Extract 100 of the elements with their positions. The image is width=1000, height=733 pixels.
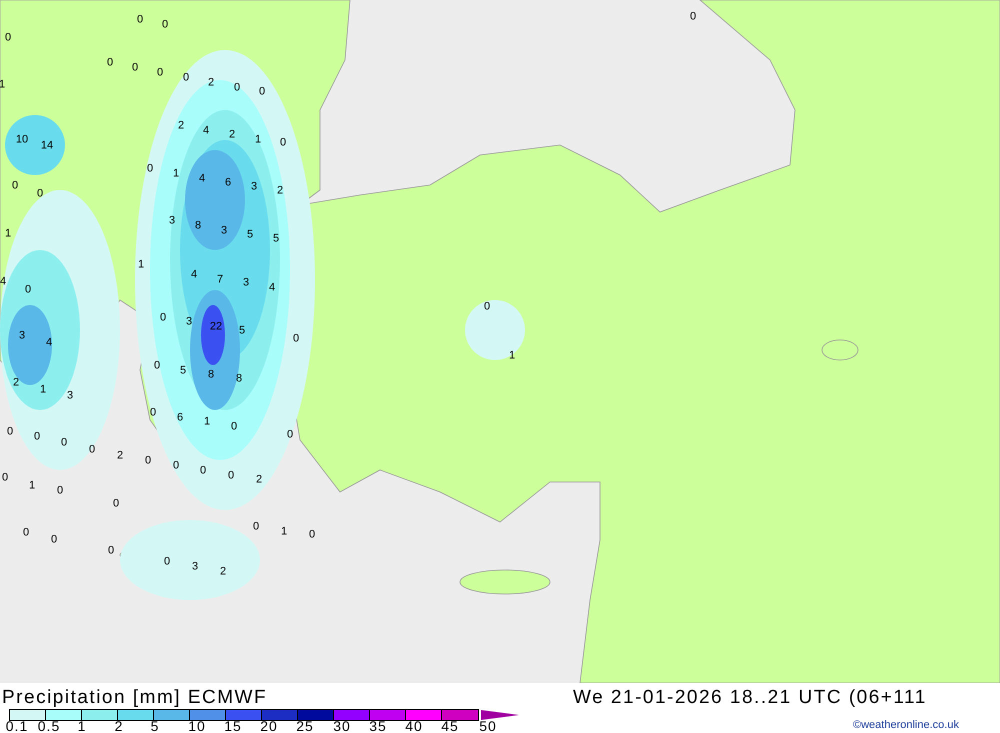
- credit-text: ©weatheronline.co.uk: [853, 718, 959, 733]
- precipitation-value: 1: [138, 260, 144, 270]
- precipitation-value: 0: [230, 422, 238, 432]
- legend-label: 0.5: [38, 719, 60, 733]
- precipitation-value: 0: [234, 84, 240, 92]
- precipitation-value: 3: [18, 332, 26, 340]
- precipitation-value: 0: [36, 190, 44, 198]
- precipitation-value: 2: [12, 378, 20, 388]
- precipitation-value: 0: [154, 362, 160, 370]
- precipitation-value: 1: [40, 386, 46, 394]
- precipitation-value: 0: [156, 68, 164, 78]
- precipitation-value: 1: [204, 418, 210, 426]
- precipitation-value: 0: [228, 472, 234, 480]
- legend-title: Precipitation [mm] ECMWF: [2, 686, 268, 710]
- precipitation-value: 6: [176, 414, 184, 422]
- precipitation-value: 0: [132, 64, 138, 72]
- legend-label: 35: [369, 719, 387, 733]
- precipitation-value: 5: [180, 366, 186, 376]
- precipitation-value: 5: [246, 230, 254, 240]
- precipitation-value: 4: [46, 338, 52, 348]
- legend-label: 50: [479, 719, 497, 733]
- legend-label: 5: [150, 719, 160, 733]
- precipitation-value: 4: [0, 278, 6, 286]
- precipitation-value: 2: [116, 452, 124, 460]
- precipitation-value: 0: [50, 536, 58, 544]
- precipitation-value: 0: [112, 500, 120, 508]
- precipitation-value: 2: [228, 130, 236, 140]
- legend-label: 1: [78, 719, 86, 733]
- precipitation-value: 10: [16, 136, 28, 144]
- legend-arrow-icon: [481, 710, 519, 720]
- precipitation-value: 6: [224, 178, 232, 188]
- precipitation-value: 4: [198, 174, 206, 184]
- precipitation-value: 1: [280, 528, 288, 536]
- legend-label: 45: [441, 719, 459, 733]
- precipitation-value: 14: [40, 142, 54, 150]
- precipitation-value: 0: [88, 446, 96, 454]
- legend-label: 0.1: [6, 719, 28, 733]
- precipitation-value: 3: [242, 278, 250, 288]
- precipitation-value: 1: [0, 80, 6, 90]
- precipitation-value: 0: [56, 486, 64, 496]
- legend-label: 10: [188, 719, 206, 733]
- precipitation-value: 1: [254, 136, 262, 144]
- legend-label: 15: [224, 719, 242, 733]
- precipitation-value: 2: [220, 568, 226, 576]
- precipitation-value: 8: [208, 370, 214, 380]
- precipitation-value: 1: [172, 170, 180, 178]
- precipitation-value: 0: [484, 302, 490, 312]
- precipitation-value: 0: [690, 12, 696, 22]
- legend-label: 40: [405, 719, 423, 733]
- legend-label: 20: [260, 719, 278, 733]
- legend-label: 25: [296, 719, 314, 733]
- precipitation-value: 0: [4, 34, 12, 42]
- precipitation-value: 8: [194, 222, 202, 230]
- precipitation-value: 3: [66, 392, 74, 400]
- precipitation-value: 0: [308, 530, 316, 540]
- precipitation-value: 4: [190, 270, 198, 280]
- precipitation-value: 0: [172, 462, 180, 470]
- precipitation-value: 2: [276, 186, 284, 196]
- precipitation-value: 1: [4, 230, 12, 238]
- precipitation-value: 0: [200, 466, 206, 476]
- precipitation-value: 7: [216, 276, 224, 284]
- precipitation-value: 0: [252, 522, 260, 532]
- precipitation-value: 1: [508, 352, 516, 360]
- precipitation-value: 0: [182, 74, 190, 82]
- precipitation-value: 5: [238, 326, 246, 336]
- precipitation-value: 3: [186, 318, 192, 326]
- legend-label: 30: [333, 719, 351, 733]
- precipitation-value: 2: [178, 122, 184, 130]
- precipitation-value: 0: [108, 546, 114, 556]
- precipitation-value: 0: [286, 430, 294, 440]
- valid-time: We 21-01-2026 18..21 UTC (06+111: [573, 686, 927, 710]
- precipitation-value: 0: [164, 558, 170, 566]
- precipitation-value: 0: [292, 334, 300, 344]
- precipitation-value: 1: [28, 482, 36, 490]
- precipitation-value: 0: [60, 438, 68, 448]
- precipitation-value: 3: [250, 182, 258, 192]
- precipitation-value: 4: [202, 126, 210, 136]
- precipitation-value: 2: [208, 78, 214, 88]
- precipitation-value: 0: [144, 456, 152, 466]
- precipitation-value: 4: [268, 284, 276, 292]
- precipitation-value: 0: [24, 286, 32, 294]
- precipitation-value: 5: [272, 234, 280, 244]
- precipitation-value: 0: [150, 408, 156, 418]
- precipitation-value: 8: [236, 374, 242, 384]
- precipitation-value: 22: [210, 322, 222, 332]
- precipitation-value: 0: [34, 432, 40, 442]
- precipitation-value: 0: [6, 428, 14, 436]
- precipitation-value: 3: [192, 562, 198, 572]
- precipitation-value: 0: [136, 16, 144, 24]
- legend-label: 2: [114, 719, 124, 733]
- precipitation-value: 0: [2, 474, 8, 482]
- precipitation-value: 0: [280, 138, 286, 148]
- precipitation-value: 0: [160, 314, 166, 322]
- precipitation-value: 0: [22, 528, 30, 538]
- precipitation-value: 0: [106, 58, 114, 68]
- precipitation-value: 0: [12, 182, 18, 190]
- precipitation-value: 3: [168, 216, 176, 226]
- precipitation-value: 2: [256, 476, 262, 484]
- precipitation-value: 0: [146, 164, 154, 174]
- precipitation-value: 3: [220, 226, 228, 236]
